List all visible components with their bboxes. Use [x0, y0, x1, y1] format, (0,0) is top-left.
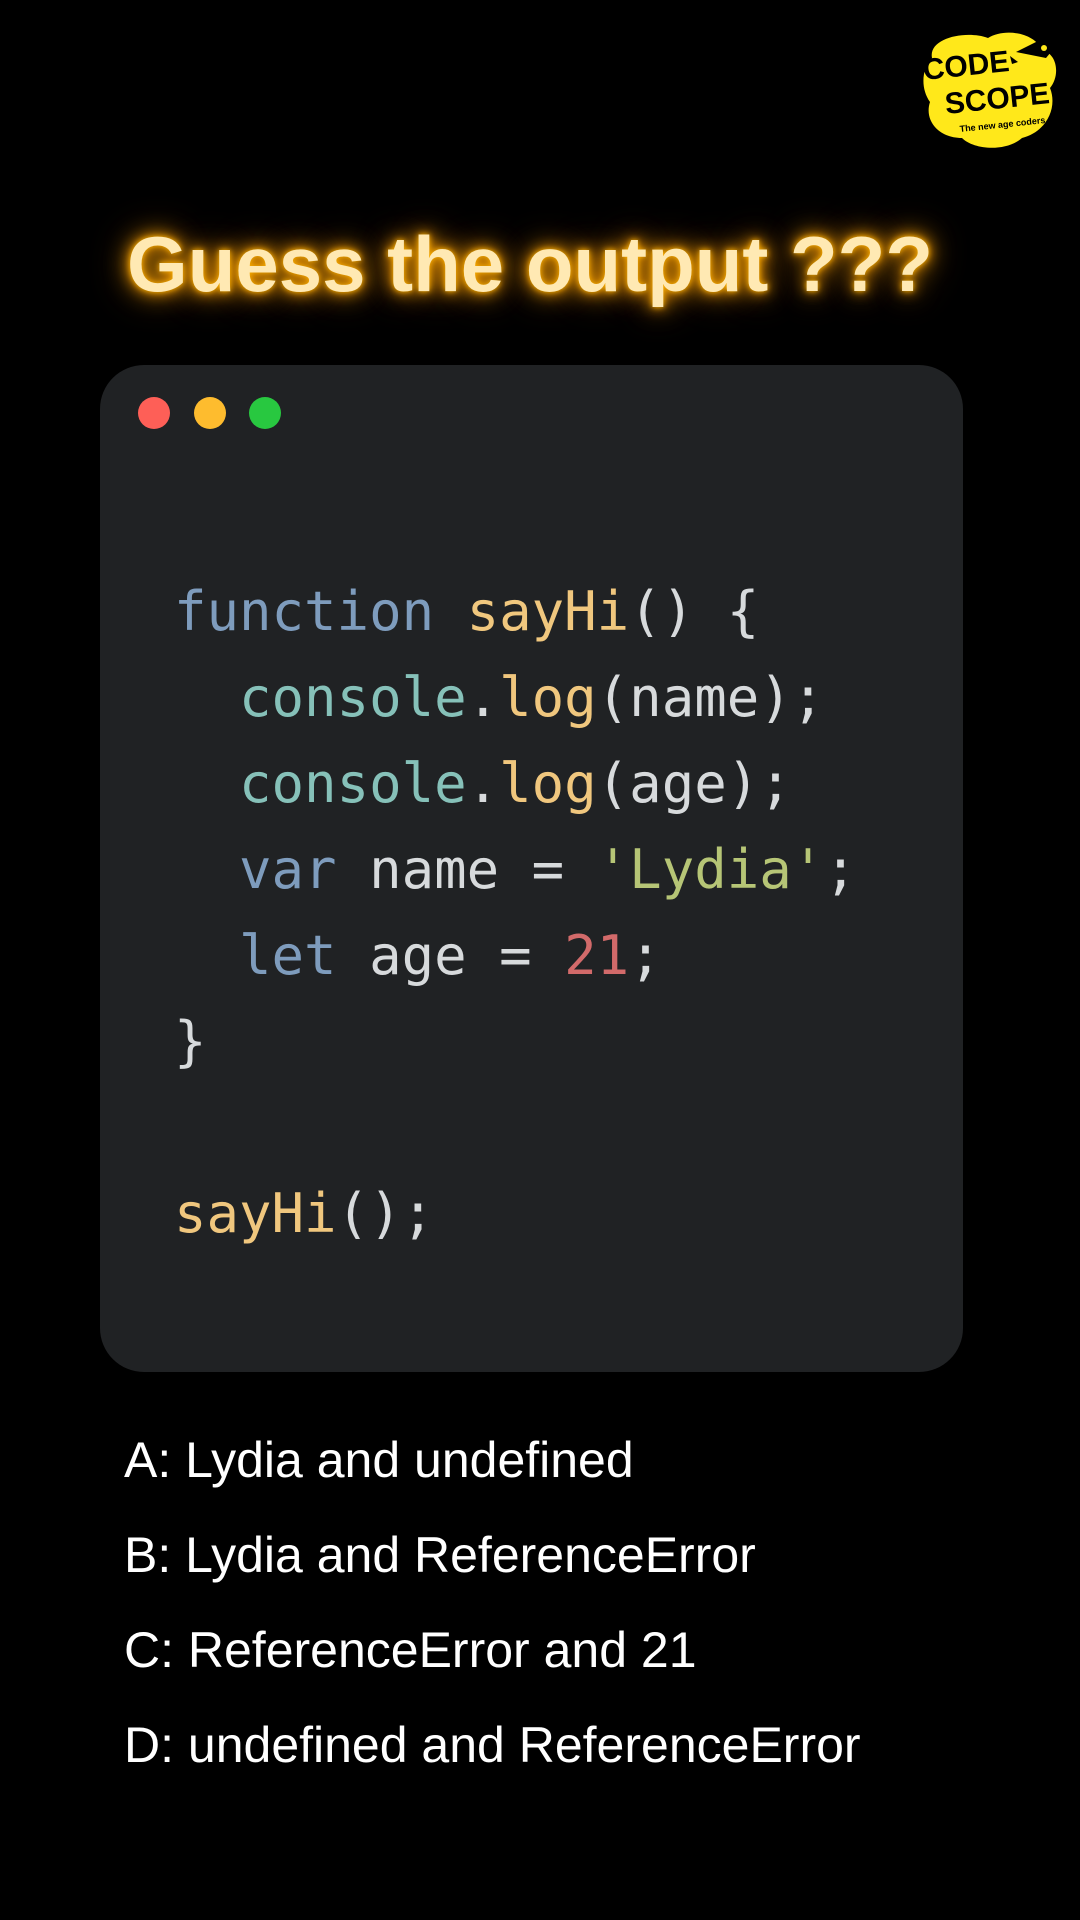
code-token: 21 — [564, 924, 630, 987]
code-line: let age = 21; — [174, 913, 857, 999]
code-token: let — [239, 924, 337, 987]
code-scope-logo: CODE SCOPE The new age coders — [918, 28, 1060, 154]
code-token: (age); — [596, 752, 792, 815]
answer-options: A: Lydia and undefined B: Lydia and Refe… — [124, 1430, 1024, 1810]
close-dot-icon — [138, 397, 170, 429]
code-line: sayHi(); — [174, 1171, 857, 1257]
code-token: (name); — [596, 666, 825, 729]
code-line: var name = 'Lydia'; — [174, 827, 857, 913]
code-line: } — [174, 999, 857, 1085]
code-token: . — [466, 666, 500, 729]
code-line: console.log(age); — [174, 741, 857, 827]
maximize-dot-icon — [249, 397, 281, 429]
option-b: B: Lydia and ReferenceError — [124, 1527, 756, 1583]
code-token: } — [174, 1010, 207, 1073]
code-token: var — [239, 838, 337, 901]
code-token: age = — [336, 924, 565, 987]
option-c: C: ReferenceError and 21 — [124, 1622, 697, 1678]
code-token: console — [239, 752, 467, 815]
code-token: sayHi — [174, 1182, 337, 1245]
code-token: sayHi — [466, 580, 630, 643]
option-d: D: undefined and ReferenceError — [124, 1717, 861, 1773]
code-token: function — [174, 580, 435, 643]
code-window: function sayHi() { console.log(name); co… — [100, 365, 963, 1372]
code-token: console — [239, 666, 467, 729]
code-line: function sayHi() { — [174, 569, 857, 655]
code-token: () { — [629, 580, 760, 643]
code-block: function sayHi() { console.log(name); co… — [174, 569, 857, 1257]
minimize-dot-icon — [194, 397, 226, 429]
code-token: 'Lydia' — [596, 838, 825, 901]
code-token: (); — [336, 1182, 435, 1245]
code-token: ; — [629, 924, 662, 987]
code-token: . — [466, 752, 500, 815]
code-token: log — [499, 666, 597, 729]
rocket-logo-graphic: CODE SCOPE The new age coders — [921, 32, 1057, 148]
code-token: log — [499, 752, 597, 815]
option-a: A: Lydia and undefined — [124, 1432, 634, 1488]
code-line: console.log(name); — [174, 655, 857, 741]
page-title: Guess the output ??? — [127, 220, 933, 308]
code-token: name = — [336, 838, 597, 901]
code-token: ; — [824, 838, 857, 901]
